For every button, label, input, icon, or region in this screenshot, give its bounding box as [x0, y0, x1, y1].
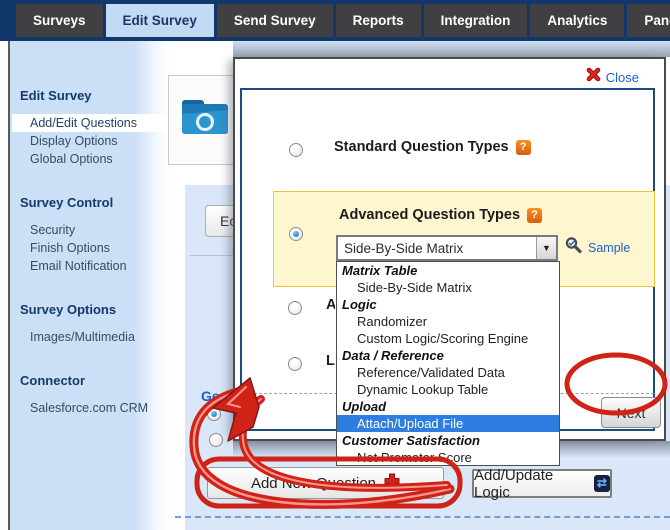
next-button[interactable]: Next [601, 397, 661, 428]
plus-icon [384, 473, 400, 493]
help-icon[interactable]: ? [527, 208, 542, 223]
background-radio-selected[interactable] [207, 407, 221, 421]
sidebar-item-global-options[interactable]: Global Options [10, 150, 168, 168]
sidebar-item-salesforce-com-crm[interactable]: Salesforce.com CRM [10, 399, 168, 417]
page: SurveysEdit SurveySend SurveyReportsInte… [0, 0, 670, 530]
dropdown-group-matrix-table[interactable]: Matrix Table [337, 262, 559, 279]
advanced-question-types-label: Advanced Question Types [339, 207, 520, 223]
tab-integration[interactable]: Integration [424, 4, 528, 37]
hidden-option-radio-a[interactable] [288, 301, 302, 315]
add-question-modal: Close Standard Question Types ? Advanced… [233, 57, 666, 441]
tab-panels[interactable]: Panels [627, 4, 670, 37]
question-type-dropdown-list: Matrix TableSide-By-Side MatrixLogicRand… [336, 261, 560, 466]
standard-question-types-label: Standard Question Types [334, 139, 509, 155]
hidden-option-radio-l[interactable] [288, 357, 302, 371]
question-type-select-value: Side-By-Side Matrix [338, 241, 536, 256]
hidden-option-label-a: A [326, 297, 335, 313]
close-button[interactable]: Close [586, 67, 639, 87]
close-label: Close [606, 70, 639, 85]
add-new-question-button[interactable]: Add New Question [207, 467, 444, 499]
logic-icon: ⇄ [594, 475, 610, 492]
dropdown-group-upload[interactable]: Upload [337, 398, 559, 415]
sample-link[interactable]: Sample [564, 236, 630, 259]
sidebar: Edit Survey Add/Edit QuestionsDisplay Opt… [8, 41, 168, 530]
dropdown-group-logic[interactable]: Logic [337, 296, 559, 313]
tab-edit-survey[interactable]: Edit Survey [106, 4, 214, 37]
modal-shadow-top [233, 41, 670, 57]
select-dropdown-arrow[interactable]: ▼ [536, 237, 556, 259]
modal-inner-frame: Standard Question Types ? Advanced Quest… [240, 88, 655, 431]
standard-question-types-radio[interactable] [289, 143, 303, 157]
magnifier-icon [564, 236, 583, 259]
section-dashed-divider [175, 516, 670, 518]
dropdown-item-randomizer[interactable]: Randomizer [337, 313, 559, 330]
tab-surveys[interactable]: Surveys [16, 4, 103, 37]
sidebar-item-add-edit-questions[interactable]: Add/Edit Questions [12, 114, 168, 132]
dropdown-group-customer-satisfaction[interactable]: Customer Satisfaction [337, 432, 559, 449]
sidebar-item-display-options[interactable]: Display Options [10, 132, 168, 150]
top-nav: SurveysEdit SurveySend SurveyReportsInte… [0, 0, 670, 41]
advanced-question-types-radio[interactable] [289, 227, 303, 241]
nav-tab-bar: SurveysEdit SurveySend SurveyReportsInte… [16, 4, 670, 37]
sidebar-item-images-multimedia[interactable]: Images/Multimedia [10, 328, 168, 346]
hidden-option-label-l: L [326, 353, 335, 369]
dropdown-item-reference-validated-data[interactable]: Reference/Validated Data [337, 364, 559, 381]
sidebar-header-connector: Connector [10, 372, 168, 391]
sidebar-header-edit-survey: Edit Survey [10, 87, 168, 106]
sidebar-item-finish-options[interactable]: Finish Options [10, 239, 168, 257]
sidebar-header-survey-options: Survey Options [10, 301, 168, 320]
add-update-logic-button[interactable]: Add/Update Logic ⇄ [472, 469, 612, 498]
sidebar-header-survey-control: Survey Control [10, 194, 168, 213]
sidebar-item-security[interactable]: Security [10, 221, 168, 239]
sidebar-item-email-notification[interactable]: Email Notification [10, 257, 168, 275]
general-section-label: Gen [201, 388, 228, 404]
dropdown-item-side-by-side-matrix[interactable]: Side-By-Side Matrix [337, 279, 559, 296]
sample-label: Sample [588, 241, 630, 255]
question-type-select[interactable]: Side-By-Side Matrix ▼ [336, 235, 558, 261]
dropdown-item-net-promoter-score[interactable]: Net Promoter Score [337, 449, 559, 466]
help-icon[interactable]: ? [516, 140, 531, 155]
dropdown-group-data-reference[interactable]: Data / Reference [337, 347, 559, 364]
dropdown-item-custom-logic-scoring-engine[interactable]: Custom Logic/Scoring Engine [337, 330, 559, 347]
tab-analytics[interactable]: Analytics [530, 4, 624, 37]
close-icon [586, 67, 601, 87]
background-radio-unselected[interactable] [209, 433, 223, 447]
tab-reports[interactable]: Reports [336, 4, 421, 37]
dropdown-item-attach-upload-file[interactable]: Attach/Upload File [337, 415, 559, 432]
add-update-logic-label: Add/Update Logic [474, 467, 587, 501]
dropdown-item-dynamic-lookup-table[interactable]: Dynamic Lookup Table [337, 381, 559, 398]
add-new-question-label: Add New Question [251, 475, 376, 492]
survey-folder-refresh-icon[interactable] [179, 94, 231, 145]
tab-send-survey[interactable]: Send Survey [217, 4, 333, 37]
